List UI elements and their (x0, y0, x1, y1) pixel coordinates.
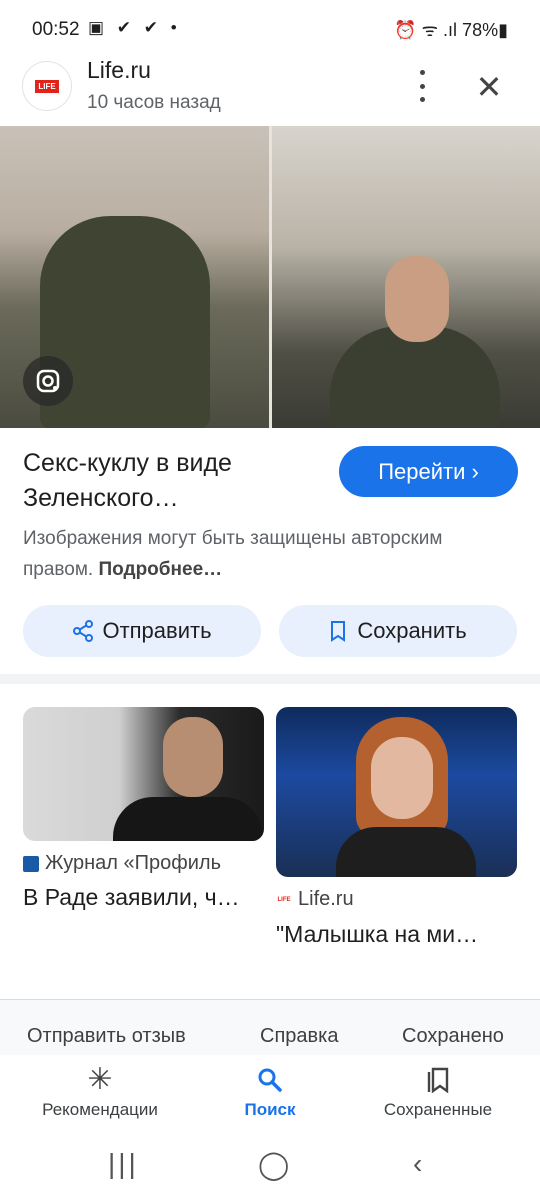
hero-image[interactable] (0, 126, 540, 428)
nav-label-recommendations: Рекомендации (42, 1100, 158, 1119)
related-image-2[interactable] (276, 707, 517, 877)
notification-icons: ▣ ✔ ✔ • (88, 18, 181, 37)
section-divider (0, 674, 540, 684)
save-button[interactable]: Сохранить (279, 605, 517, 657)
related-source-1: Журнал «Профиль (23, 852, 221, 875)
recents-icon[interactable]: ||| (108, 1148, 139, 1180)
published-time: 10 часов назад (87, 92, 221, 113)
search-icon (180, 1060, 360, 1100)
save-label: Сохранить (357, 618, 467, 643)
share-icon (73, 620, 94, 642)
back-icon[interactable]: ‹ (413, 1148, 422, 1180)
copyright-notice: Изображения могут быть защищены авторски… (23, 523, 503, 585)
related-source-2: LIFE Life.ru (276, 888, 354, 911)
share-button[interactable]: Отправить (23, 605, 261, 657)
help-link[interactable]: Справка (260, 1025, 338, 1048)
nav-label-search: Поиск (244, 1100, 296, 1119)
status-right-icons: ⏰ ᯤ .ıl 78%▮ (394, 20, 508, 40)
nav-saved[interactable]: Сохраненные (348, 1060, 528, 1120)
site-logo: LIFE (22, 61, 72, 111)
nav-recommendations[interactable]: ✳ Рекомендации (10, 1060, 190, 1120)
learn-more-link[interactable]: Подробнее… (99, 559, 223, 580)
result-title: Секс-куклу в виде Зеленского… (23, 449, 232, 512)
related-image-1[interactable] (23, 707, 264, 841)
nav-search[interactable]: Поиск (180, 1060, 360, 1120)
saved-collections-icon (348, 1060, 528, 1100)
copyright-text: Изображения могут быть защищены авторски… (23, 528, 443, 580)
status-time: 00:52 (32, 19, 80, 40)
nav-label-saved: Сохраненные (383, 1100, 493, 1119)
related-source-label-1: Журнал «Профиль (45, 852, 221, 874)
more-options-icon[interactable] (407, 70, 437, 102)
status-bar: 00:52 ▣ ✔ ✔ • ⏰ ᯤ .ıl 78%▮ (0, 0, 540, 60)
related-headline-2[interactable]: "Малышка на ми… (276, 921, 514, 948)
life-logo-icon: LIFE (276, 891, 292, 908)
go-to-site-button[interactable]: Перейти › (339, 446, 518, 497)
bookmark-icon (331, 621, 346, 642)
lens-search-button[interactable] (23, 356, 73, 406)
related-source-label-2: Life.ru (298, 888, 354, 910)
home-icon[interactable]: ◯ (258, 1148, 289, 1181)
feedback-link[interactable]: Отправить отзыв (27, 1025, 186, 1048)
profile-magazine-icon (23, 855, 39, 872)
related-headline-1[interactable]: В Раде заявили, ч… (23, 884, 261, 911)
saved-link[interactable]: Сохранено (402, 1025, 504, 1048)
recommendations-icon: ✳ (87, 1063, 113, 1096)
site-name[interactable]: Life.ru (87, 57, 151, 84)
share-label: Отправить (102, 618, 212, 643)
logo-text: LIFE (35, 79, 59, 93)
close-icon[interactable]: ✕ (470, 68, 508, 106)
lens-icon (36, 369, 60, 393)
